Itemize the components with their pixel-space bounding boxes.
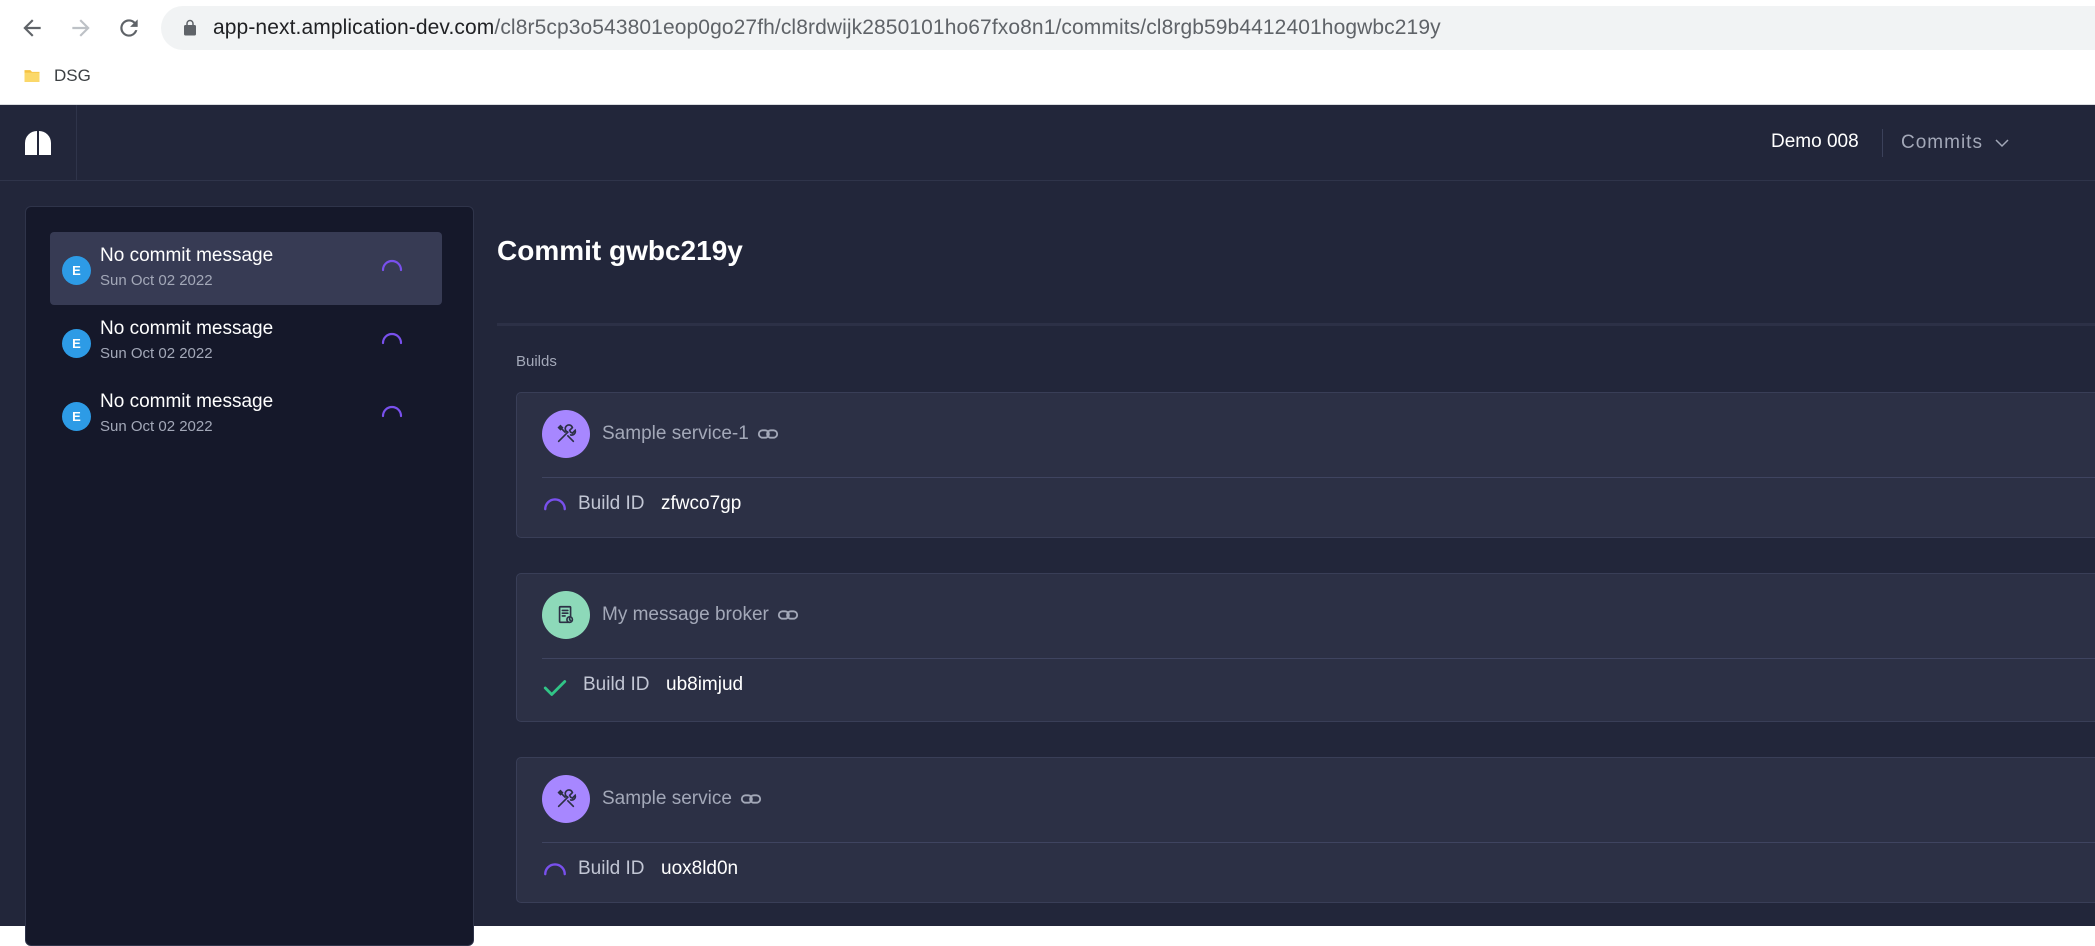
spinner-icon — [544, 498, 566, 511]
commit-list-item[interactable]: E No commit message Sun Oct 02 2022 — [50, 305, 442, 378]
spinner-icon — [381, 259, 403, 272]
page-title: Commit gwbc219y — [497, 235, 743, 266]
card-divider — [542, 658, 2095, 659]
title-divider — [497, 323, 2095, 326]
spinner-icon — [544, 863, 566, 876]
folder-icon — [24, 70, 40, 82]
reload-icon — [120, 19, 138, 37]
resource-avatar — [542, 591, 590, 639]
spinner-icon — [381, 405, 403, 418]
message-broker-icon — [558, 605, 574, 624]
build-card: Sample service-1 Build ID zfwco7gp — [516, 392, 2095, 538]
bookmark-label: DSG — [54, 66, 91, 85]
resource-name: Sample service-1 — [602, 423, 749, 444]
address-bar[interactable]: app-next.amplication-dev.com/cl8r5cp3o54… — [161, 6, 2095, 50]
build-id-link[interactable]: zfwco7gp — [661, 493, 741, 515]
build-card: Sample service Build ID uox8ld0n — [516, 757, 2095, 903]
link-icon — [740, 794, 761, 804]
builds-section-label: Builds — [516, 353, 557, 370]
link-icon — [777, 610, 798, 620]
commit-message: No commit message — [100, 245, 274, 266]
url-text: app-next.amplication-dev.com/cl8r5cp3o54… — [213, 16, 1441, 40]
commit-message: No commit message — [100, 391, 274, 412]
forward-button[interactable] — [65, 12, 97, 44]
build-id-link[interactable]: ub8imjud — [666, 674, 743, 696]
arrow-right-icon — [72, 19, 90, 37]
commit-date: Sun Oct 02 2022 — [100, 345, 213, 362]
resource-link[interactable]: Sample service — [602, 788, 762, 810]
build-id-link[interactable]: uox8ld0n — [661, 858, 738, 880]
commit-list-item[interactable]: E No commit message Sun Oct 02 2022 — [50, 232, 442, 305]
tools-icon — [557, 424, 577, 443]
build-id-label: Build ID — [578, 858, 645, 879]
workspace-name[interactable]: Demo 008 — [1771, 131, 1859, 153]
app-root: Demo 008 Commits E No commit message Sun… — [0, 105, 2095, 946]
avatar: E — [62, 329, 91, 358]
avatar: E — [62, 402, 91, 431]
build-id-label: Build ID — [578, 493, 645, 514]
resource-name: Sample service — [602, 788, 732, 809]
resource-avatar — [542, 775, 590, 823]
arrow-left-icon — [23, 19, 41, 37]
resource-link[interactable]: My message broker — [602, 604, 799, 626]
commit-date: Sun Oct 02 2022 — [100, 272, 213, 289]
back-button[interactable] — [16, 12, 48, 44]
bookmark-dsg[interactable]: DSG — [22, 62, 91, 90]
commits-menu[interactable]: Commits — [1901, 129, 2011, 157]
commit-list: E No commit message Sun Oct 02 2022 E No… — [25, 206, 474, 946]
browser-chrome: app-next.amplication-dev.com/cl8r5cp3o54… — [0, 0, 2095, 105]
commits-menu-label: Commits — [1901, 132, 1983, 153]
card-divider — [542, 477, 2095, 478]
link-icon — [757, 429, 778, 439]
checkmark-icon — [543, 680, 567, 696]
logo-link[interactable] — [0, 105, 77, 181]
amplication-logo-icon — [25, 131, 51, 155]
commit-message: No commit message — [100, 318, 274, 339]
url-path: /cl8r5cp3o543801eop0go27fh/cl8rdwijk2850… — [494, 16, 1441, 39]
card-divider — [542, 842, 2095, 843]
header-divider — [1882, 129, 1883, 157]
avatar: E — [62, 256, 91, 285]
commit-date: Sun Oct 02 2022 — [100, 418, 213, 435]
chevron-down-icon — [1995, 139, 2009, 148]
resource-avatar — [542, 410, 590, 458]
spinner-icon — [381, 332, 403, 345]
build-id-label: Build ID — [583, 674, 650, 695]
app-header: Demo 008 Commits — [0, 105, 2095, 181]
url-host: app-next.amplication-dev.com — [213, 16, 495, 39]
lock-icon — [184, 19, 196, 36]
tools-icon — [557, 789, 577, 808]
reload-button[interactable] — [113, 12, 145, 44]
resource-link[interactable]: Sample service-1 — [602, 423, 779, 445]
build-card: My message broker Build ID ub8imjud — [516, 573, 2095, 722]
resource-name: My message broker — [602, 604, 769, 625]
commit-list-item[interactable]: E No commit message Sun Oct 02 2022 — [50, 378, 442, 451]
